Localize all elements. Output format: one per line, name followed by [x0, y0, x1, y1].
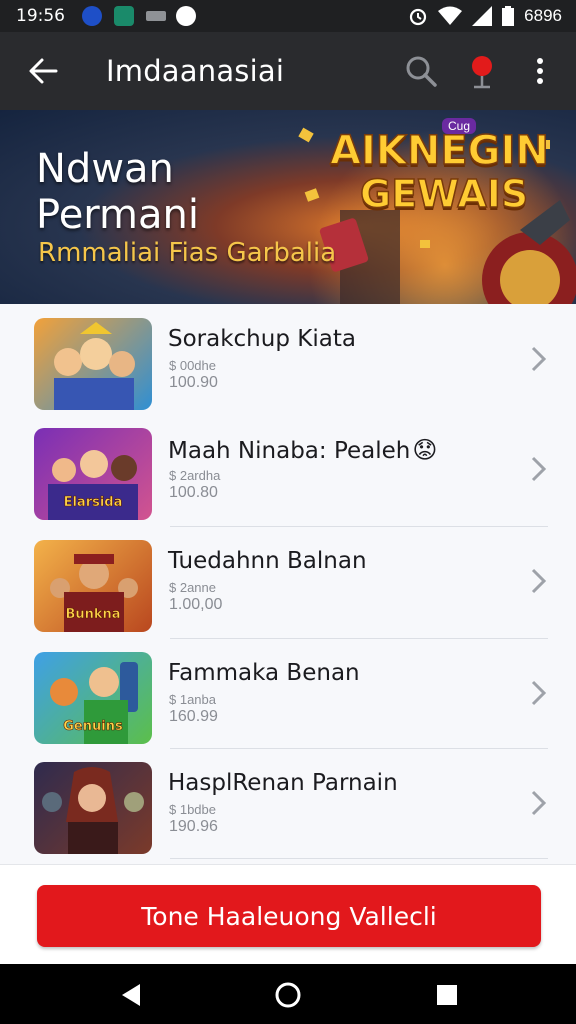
- app-bar: Imdaanasiai: [0, 32, 576, 110]
- game-thumbnail: [34, 762, 152, 854]
- battery-icon: [502, 6, 515, 26]
- game-title: Maah Ninaba: Pealeh😟: [168, 436, 437, 464]
- banner-headline-line1: Ndwan: [36, 146, 174, 192]
- game-downloads: 190.96: [169, 818, 218, 835]
- game-thumbnail: Bunkna: [34, 540, 152, 632]
- game-art: [42, 767, 144, 854]
- game-price: $ 2ardha: [169, 468, 221, 483]
- wifi-icon: [438, 6, 463, 25]
- chevron-right-icon: [531, 680, 547, 706]
- primary-action-button[interactable]: Tone Haaleuong Vallecli: [37, 885, 541, 947]
- game-price: $ 1anba: [169, 692, 216, 707]
- banner-subheading: Rmmaliai Fias Garbalia: [38, 238, 337, 268]
- status-bar: 19:56 6896: [0, 0, 576, 32]
- chevron-right-icon: [531, 456, 547, 482]
- card-icon: [146, 11, 166, 21]
- list-item[interactable]: Sorakchup Kiata $ 00dhe 100.90: [0, 304, 576, 414]
- game-title: Fammaka Benan: [168, 660, 360, 686]
- status-time: 19:56: [16, 6, 65, 26]
- battery-text: 6896: [524, 6, 562, 25]
- game-title-text: Maah Ninaba: Pealeh: [168, 438, 411, 464]
- game-thumbnail: [34, 318, 152, 410]
- search-icon[interactable]: [404, 54, 438, 88]
- nav-recents-icon[interactable]: [432, 980, 462, 1010]
- chevron-right-icon: [531, 790, 547, 816]
- thumbnail-caption: Genuins: [63, 719, 123, 735]
- game-price: $ 1bdbe: [169, 802, 216, 817]
- list-item[interactable]: Elarsida Maah Ninaba: Pealeh😟 $ 2ardha 1…: [0, 414, 576, 524]
- list-item[interactable]: Bunkna Tuedahnn Balnan $ 2anne 1.00,00: [0, 526, 576, 636]
- game-downloads: 160.99: [169, 708, 218, 725]
- game-logo-line1: AIKNEGIN: [329, 127, 549, 175]
- game-downloads: 1.00,00: [169, 596, 223, 613]
- divider: [170, 858, 548, 859]
- list-item[interactable]: Genuins Fammaka Benan $ 1anba 160.99: [0, 638, 576, 748]
- chevron-right-icon: [531, 568, 547, 594]
- worried-emoji: 😟: [412, 436, 438, 464]
- banner-headline-line2: Permani: [36, 192, 199, 238]
- thumbnail-caption: Elarsida: [63, 495, 123, 511]
- game-title: HasplRenan Parnain: [168, 770, 398, 796]
- gallery-app-icon: [114, 6, 134, 26]
- location-pin-icon[interactable]: [468, 54, 496, 90]
- more-options-icon[interactable]: [526, 54, 554, 88]
- game-price: $ 2anne: [169, 580, 216, 595]
- logo-badge: Cug: [442, 118, 477, 134]
- shield-app-icon: [82, 6, 102, 26]
- game-art: [54, 322, 135, 410]
- notification-bubble-icon: [176, 6, 196, 26]
- footer: Tone Haaleuong Vallecli: [0, 864, 576, 965]
- game-list: Sorakchup Kiata $ 00dhe 100.90 Elarsida …: [0, 304, 576, 864]
- nav-home-icon[interactable]: [273, 980, 303, 1010]
- nav-back-icon[interactable]: [116, 980, 146, 1010]
- game-logo-line2: GEWAIS: [359, 171, 529, 217]
- game-logo: AIKNEGIN GEWAIS: [329, 120, 570, 230]
- system-navigation-bar: [0, 964, 576, 1024]
- game-title: Tuedahnn Balnan: [168, 548, 367, 574]
- game-title: Sorakchup Kiata: [168, 326, 356, 352]
- page-title: Imdaanasiai: [106, 54, 285, 88]
- game-downloads: 100.90: [169, 374, 218, 391]
- alarm-icon: [410, 8, 427, 26]
- list-item[interactable]: HasplRenan Parnain $ 1bdbe 190.96: [0, 748, 576, 858]
- promo-banner[interactable]: Ndwan Permani Rmmaliai Fias Garbalia AIK…: [0, 110, 576, 304]
- chevron-right-icon: [531, 346, 547, 372]
- game-thumbnail: Elarsida: [34, 428, 152, 520]
- game-thumbnail: Genuins: [34, 652, 152, 744]
- back-arrow-icon[interactable]: [26, 54, 60, 88]
- game-price: $ 00dhe: [169, 358, 216, 373]
- game-downloads: 100.80: [169, 484, 218, 501]
- cell-signal-icon: [472, 6, 493, 26]
- thumbnail-caption: Bunkna: [65, 607, 121, 623]
- banner-headline: Ndwan Permani: [36, 146, 199, 238]
